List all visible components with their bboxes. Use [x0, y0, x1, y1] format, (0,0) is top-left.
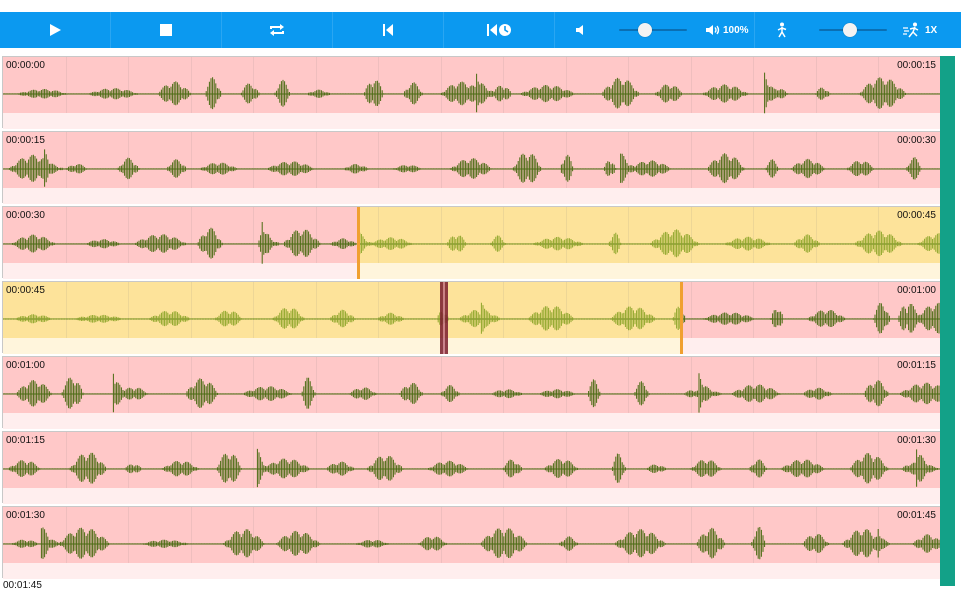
play-icon	[50, 24, 61, 36]
row-end-time: 00:01:30	[897, 435, 936, 446]
waveform	[3, 373, 941, 413]
volume-slider-thumb[interactable]	[637, 23, 652, 37]
waveform	[3, 302, 941, 334]
waveform	[3, 222, 941, 264]
waveform-row[interactable]: 00:01:00 00:01:15	[2, 356, 941, 429]
speed-slider-thumb[interactable]	[842, 23, 857, 37]
volume-control: 100%	[555, 12, 755, 48]
row-end-time: 00:00:30	[897, 135, 936, 146]
history-icon	[487, 24, 511, 36]
row-start-time: 00:01:30	[6, 510, 45, 521]
row-start-time: 00:00:15	[6, 135, 45, 146]
fast-run-icon	[903, 22, 919, 38]
row-start-time: 00:01:15	[6, 435, 45, 446]
row-end-time: 00:01:00	[897, 285, 936, 296]
speed-control: 1X	[755, 12, 954, 48]
row-start-time: 00:01:00	[6, 360, 45, 371]
row-end-time: 00:01:15	[897, 360, 936, 371]
slow-walk-icon	[777, 22, 787, 38]
row-start-time: 00:00:30	[6, 210, 45, 221]
waveform	[3, 72, 941, 114]
skip-back-button[interactable]	[333, 12, 444, 48]
waveform-row[interactable]: 00:01:15 00:01:30	[2, 431, 941, 504]
transport-toolbar: 100% 1X	[0, 12, 961, 48]
waveform-row[interactable]: 00:00:00 00:00:15	[2, 56, 941, 129]
volume-slider[interactable]	[619, 23, 687, 37]
waveform-row[interactable]: 00:00:30 00:00:45	[2, 206, 941, 279]
row-start-time: 00:00:00	[6, 60, 45, 71]
vertical-scrollbar[interactable]	[940, 56, 955, 586]
segment-boundary-handle[interactable]	[680, 282, 684, 354]
waveform	[3, 527, 941, 560]
repeat-icon	[270, 24, 284, 36]
loop-button[interactable]	[222, 12, 333, 48]
playhead-cursor[interactable]	[439, 282, 448, 354]
skip-back-icon	[383, 24, 393, 36]
stop-button[interactable]	[111, 12, 222, 48]
volume-low-icon	[576, 25, 583, 35]
row-end-time: 00:00:45	[897, 210, 936, 221]
row-start-time: 00:00:45	[6, 285, 45, 296]
waveform	[3, 149, 941, 187]
waveform	[3, 448, 941, 488]
row-end-time: 00:00:15	[897, 60, 936, 71]
speed-label: 1X	[925, 24, 938, 36]
waveform-row[interactable]: 00:01:30 00:01:45	[2, 506, 941, 579]
waveform-row[interactable]: 00:00:15 00:00:30	[2, 131, 941, 204]
speed-slider[interactable]	[819, 23, 887, 37]
waveform-row[interactable]: 00:00:45 00:01:00	[2, 281, 941, 354]
volume-high-icon	[706, 25, 720, 35]
play-button[interactable]	[0, 12, 111, 48]
history-button[interactable]	[444, 12, 555, 48]
row-end-time: 00:01:45	[897, 510, 936, 521]
volume-percent: 100%	[723, 24, 749, 36]
stop-icon	[160, 24, 172, 36]
segment-boundary-handle[interactable]	[356, 207, 360, 279]
